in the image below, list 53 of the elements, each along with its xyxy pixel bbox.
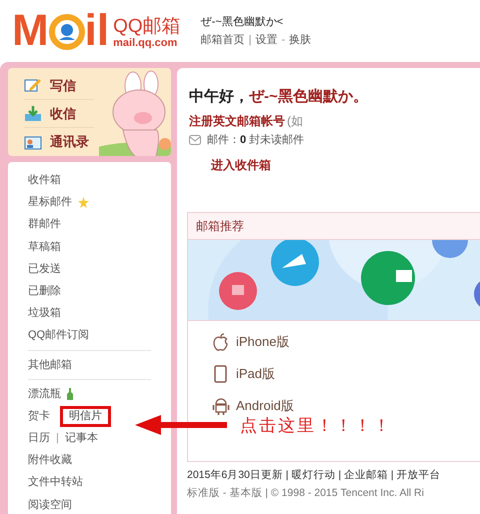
app-link[interactable]: iPhone版 <box>212 331 480 353</box>
android-icon <box>212 396 230 416</box>
separator: - <box>282 33 286 48</box>
nav-link[interactable]: 换肤 <box>289 32 312 48</box>
bottle-icon <box>67 388 73 400</box>
folder-link[interactable]: 附件收藏 <box>28 452 72 469</box>
card-title: 邮箱推荐 <box>188 213 480 240</box>
nav-link[interactable]: 邮箱首页 <box>200 32 245 48</box>
logo-icon <box>48 14 85 50</box>
receive-icon <box>24 105 42 122</box>
folder-link[interactable]: 星标邮件 <box>28 194 72 211</box>
username: ぜ-~黑色幽默か< <box>200 14 284 30</box>
logo-title: QQ邮箱 <box>113 17 181 37</box>
folder-link[interactable]: 贺卡 <box>28 408 50 424</box>
sidebar-action[interactable]: 通讯录 <box>24 128 94 156</box>
register-link[interactable]: 注册英文邮箱帐号 <box>189 112 285 130</box>
folder-link[interactable]: QQ邮件订阅 <box>28 327 90 344</box>
register-note: (如 <box>287 112 303 130</box>
logo-domain: mail.qq.com <box>113 37 178 49</box>
envelope-icon <box>189 134 201 145</box>
sidebar-action[interactable]: 收信 <box>24 100 94 128</box>
app-link[interactable]: Android版 <box>212 395 480 417</box>
folder-link[interactable]: 群邮件 <box>28 216 61 233</box>
folder-link[interactable]: 文件中转站 <box>28 474 83 491</box>
folder-link[interactable]: 漂流瓶 <box>28 386 61 402</box>
folder-link[interactable]: 垃圾箱 <box>28 305 61 322</box>
tablet-icon <box>212 364 230 384</box>
inbox-link[interactable]: 进入收件箱 <box>211 156 480 174</box>
contacts-icon <box>24 134 42 151</box>
sidebar-action[interactable]: 写信 <box>24 72 94 100</box>
separator: | <box>248 33 252 48</box>
separator: | <box>56 431 59 446</box>
folder-link[interactable]: 已删除 <box>28 282 61 300</box>
folder-link[interactable]: 草稿箱 <box>28 238 61 256</box>
folder-link[interactable]: 其他邮箱 <box>28 356 72 374</box>
folder-link[interactable]: 收件箱 <box>28 172 61 189</box>
folder-link[interactable]: 阅读空间 <box>28 496 72 514</box>
nav-link[interactable]: 设置 <box>256 32 278 48</box>
folder-link[interactable]: 已发送 <box>28 260 61 278</box>
folder-link[interactable]: 记事本 <box>64 430 98 447</box>
apple-icon <box>212 332 230 352</box>
footer-text: 2015年6月30日更新 | 暖灯行动 | 企业邮箱 | 开放平台 <box>187 468 442 483</box>
callout-text: 点击这里！！！！ <box>240 415 392 437</box>
compose-icon <box>24 77 42 94</box>
app-link[interactable]: iPad版 <box>212 363 480 385</box>
logo-letters: M <box>12 9 49 53</box>
user-name: ぜ-~黑色幽默か。 <box>249 87 368 107</box>
folder-link[interactable]: 日历 <box>28 430 50 447</box>
unread-count: 邮件：0 封未读邮件 <box>207 132 304 148</box>
footer-text: 标准版 - 基本版 | © 1998 - 2015 Tencent Inc. All Ri <box>187 486 425 501</box>
star-icon <box>78 196 89 208</box>
logo-letters: il <box>84 9 110 53</box>
greeting: 中午好， <box>189 87 249 107</box>
